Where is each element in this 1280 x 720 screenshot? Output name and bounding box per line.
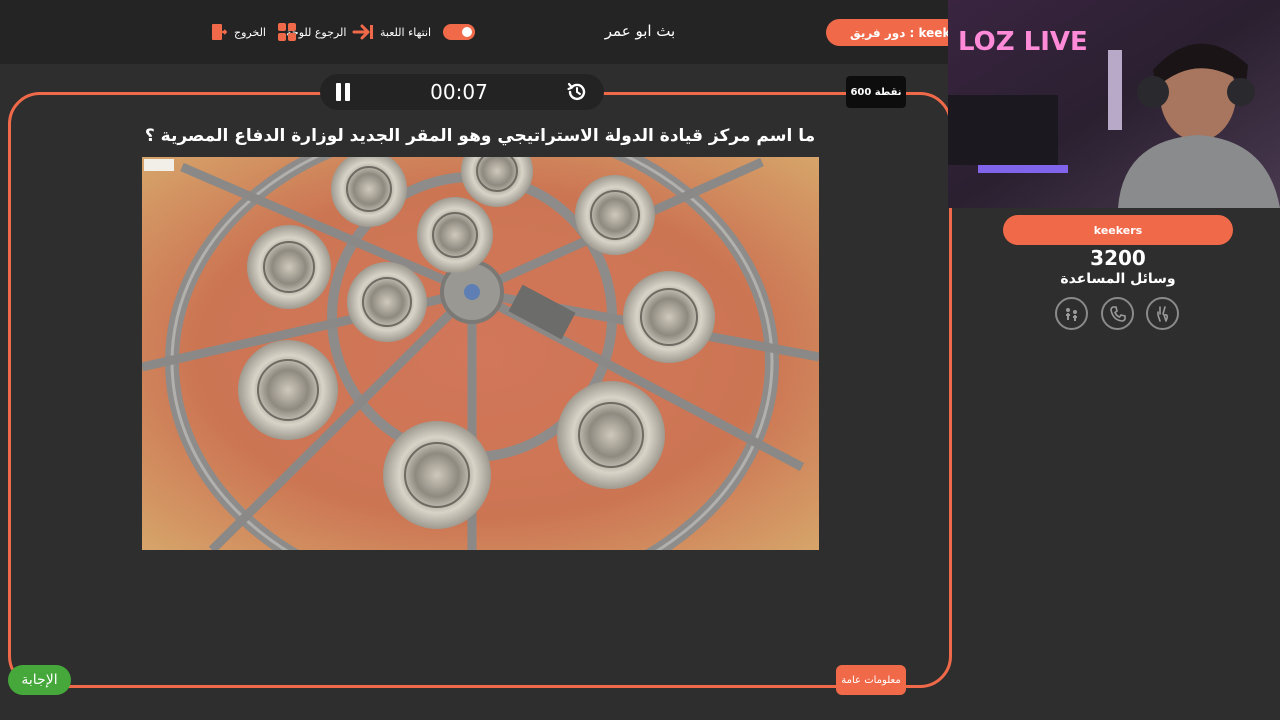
exit-button[interactable]: الخروج bbox=[234, 22, 296, 42]
board-grid-icon bbox=[278, 23, 296, 41]
question-text: ما اسم مركز قيادة الدولة الاستراتيجي وهو… bbox=[144, 126, 816, 146]
timer-display: 00:07 bbox=[430, 80, 488, 104]
question-image bbox=[142, 157, 819, 550]
webcam-feed: LOZ LIVE bbox=[948, 0, 1280, 208]
team-score: 3200 bbox=[1090, 246, 1146, 270]
two-players-icon[interactable] bbox=[1055, 297, 1088, 330]
exit-door-control[interactable] bbox=[211, 22, 228, 42]
host-title: بث ابو عمر bbox=[604, 22, 676, 40]
category-badge: معلومات عامة bbox=[836, 665, 906, 695]
exit-door-icon bbox=[211, 23, 228, 41]
aids-label: وسائل المساعدة bbox=[1060, 271, 1176, 287]
timer-bar: 00:07 bbox=[320, 74, 604, 110]
hand-icon[interactable] bbox=[1146, 297, 1179, 330]
end-game-control[interactable]: انتهاء اللعبة bbox=[380, 22, 476, 42]
current-team-pill: دور فريق : keekers bbox=[826, 19, 950, 46]
pause-icon[interactable] bbox=[336, 83, 352, 101]
points-badge: 600 نقطة bbox=[846, 76, 906, 108]
back-to-board-button[interactable]: الرجوع للوحة bbox=[286, 22, 374, 42]
team-name-pill: keekers bbox=[1003, 215, 1233, 245]
neon-sign-text: LOZ LIVE bbox=[958, 27, 1088, 57]
answer-button[interactable]: الإجابة bbox=[8, 665, 71, 695]
end-game-toggle[interactable] bbox=[443, 24, 476, 40]
arrow-to-board-icon bbox=[352, 23, 374, 41]
exit-label: الخروج bbox=[234, 25, 266, 39]
restart-timer-icon[interactable] bbox=[566, 81, 588, 103]
end-game-label: انتهاء اللعبة bbox=[380, 25, 432, 39]
phone-call-icon[interactable] bbox=[1101, 297, 1134, 330]
